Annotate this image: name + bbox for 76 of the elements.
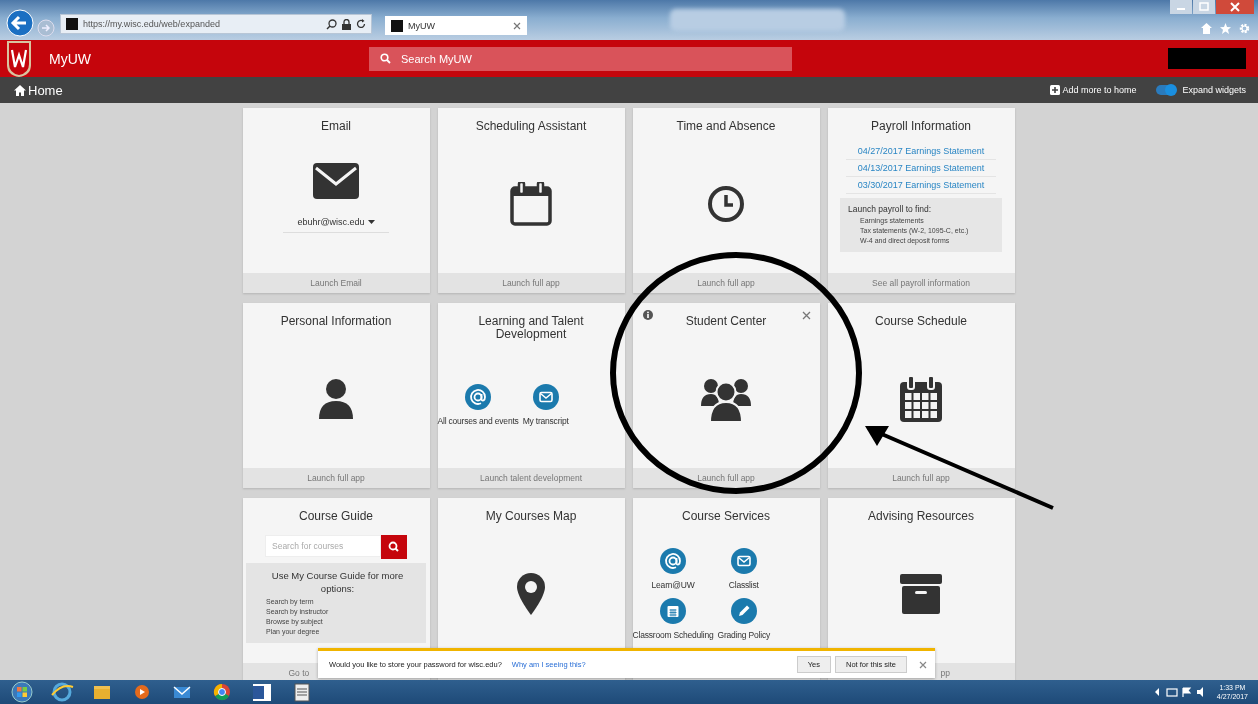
envelope-icon xyxy=(532,383,559,410)
map-pin-icon xyxy=(517,573,545,615)
envelope-icon xyxy=(313,163,359,199)
app-link[interactable]: All courses and events xyxy=(437,383,519,426)
statement-link[interactable]: 04/13/2017 Earnings Statement xyxy=(846,160,996,177)
refresh-icon xyxy=(356,19,366,29)
widget-title: Scheduling Assistant xyxy=(474,120,588,135)
app-title[interactable]: MyUW xyxy=(49,50,369,67)
archive-box-icon xyxy=(900,574,942,614)
star-icon[interactable] xyxy=(1220,23,1231,34)
search-icon xyxy=(380,53,391,64)
app-link[interactable]: Grading Policy xyxy=(717,598,771,640)
info-text: Use My Course Guide for more options: xyxy=(270,569,405,595)
widget-title: Course Guide xyxy=(297,510,374,525)
plus-icon xyxy=(1050,85,1061,95)
at-sign-icon xyxy=(660,548,686,574)
widget-title: Student Center xyxy=(684,315,768,330)
close-icon[interactable] xyxy=(919,660,927,669)
group-icon xyxy=(701,376,751,422)
search-input[interactable]: Search MyUW xyxy=(401,52,701,65)
widget-title: Advising Resources xyxy=(866,510,976,525)
info-text: Launch payroll to find: xyxy=(848,204,933,214)
envelope-icon xyxy=(730,548,757,574)
widget-title: Time and Absence xyxy=(675,120,777,135)
clock-icon xyxy=(707,185,745,223)
launch-link[interactable]: pp xyxy=(940,668,950,678)
close-icon xyxy=(513,21,521,30)
launch-link[interactable]: Launch full app xyxy=(307,473,365,483)
statement-link[interactable]: 04/27/2017 Earnings Statement xyxy=(846,143,996,160)
app-link[interactable]: Classlist xyxy=(717,548,771,590)
address-bar[interactable]: https://my.wisc.edu/web/expanded xyxy=(60,14,372,34)
search-icon xyxy=(326,18,337,30)
app-link[interactable]: My transcript xyxy=(522,383,569,426)
launch-link[interactable]: Launch full app xyxy=(892,473,950,483)
statement-link[interactable]: 03/30/2017 Earnings Statement xyxy=(846,177,996,194)
home-icon xyxy=(14,84,26,96)
widget-title: Personal Information xyxy=(279,315,393,330)
lock-icon xyxy=(342,18,351,30)
launch-link[interactable]: Launch full app xyxy=(697,473,755,483)
at-sign-icon xyxy=(465,383,492,410)
browser-tab[interactable]: MyUW xyxy=(385,16,527,35)
site-favicon xyxy=(66,18,78,30)
widget-title: Learning and Talent Development xyxy=(477,315,585,341)
launch-link[interactable]: Launch full app xyxy=(697,278,755,288)
launch-link[interactable]: Launch Email xyxy=(310,278,362,288)
widget-title: My Courses Map xyxy=(484,510,578,525)
pencil-icon xyxy=(730,598,757,624)
caret-icon xyxy=(367,220,375,224)
url-text: https://my.wisc.edu/web/expanded xyxy=(83,19,220,29)
widget-title: Course Schedule xyxy=(873,315,969,330)
search-bar[interactable]: Search MyUW xyxy=(369,46,792,71)
search-button[interactable] xyxy=(381,535,407,559)
widget-title: Course Services xyxy=(681,510,771,525)
widget-title: Email xyxy=(320,120,352,135)
search-field[interactable]: Search for courses xyxy=(265,535,381,557)
info-icon[interactable] xyxy=(642,310,653,320)
app-link[interactable]: Classroom Scheduling xyxy=(632,598,714,640)
close-icon[interactable] xyxy=(801,311,811,320)
toggle-switch[interactable] xyxy=(1156,85,1177,95)
calendar-icon xyxy=(900,376,942,422)
calendar-icon xyxy=(660,598,686,624)
add-more-link[interactable]: Add more to home xyxy=(1050,85,1137,95)
toggle-label: Expand widgets xyxy=(1182,85,1246,95)
calendar-icon xyxy=(510,182,552,226)
launch-link[interactable]: Launch talent development xyxy=(479,473,583,483)
person-icon xyxy=(319,379,353,419)
home-link[interactable]: Home xyxy=(14,82,63,98)
launch-link[interactable]: Go to xyxy=(288,668,310,678)
site-favicon xyxy=(391,19,403,32)
widget-title: Payroll Information xyxy=(869,120,972,135)
app-link[interactable]: Learn@UW xyxy=(632,548,714,590)
launch-link[interactable]: See all payroll information xyxy=(872,278,970,288)
close-button[interactable] xyxy=(1216,0,1254,14)
launch-link[interactable]: Launch full app xyxy=(502,278,560,288)
back-button[interactable] xyxy=(6,9,34,37)
account-dropdown[interactable]: ebuhr@wisc.edu xyxy=(283,217,389,233)
